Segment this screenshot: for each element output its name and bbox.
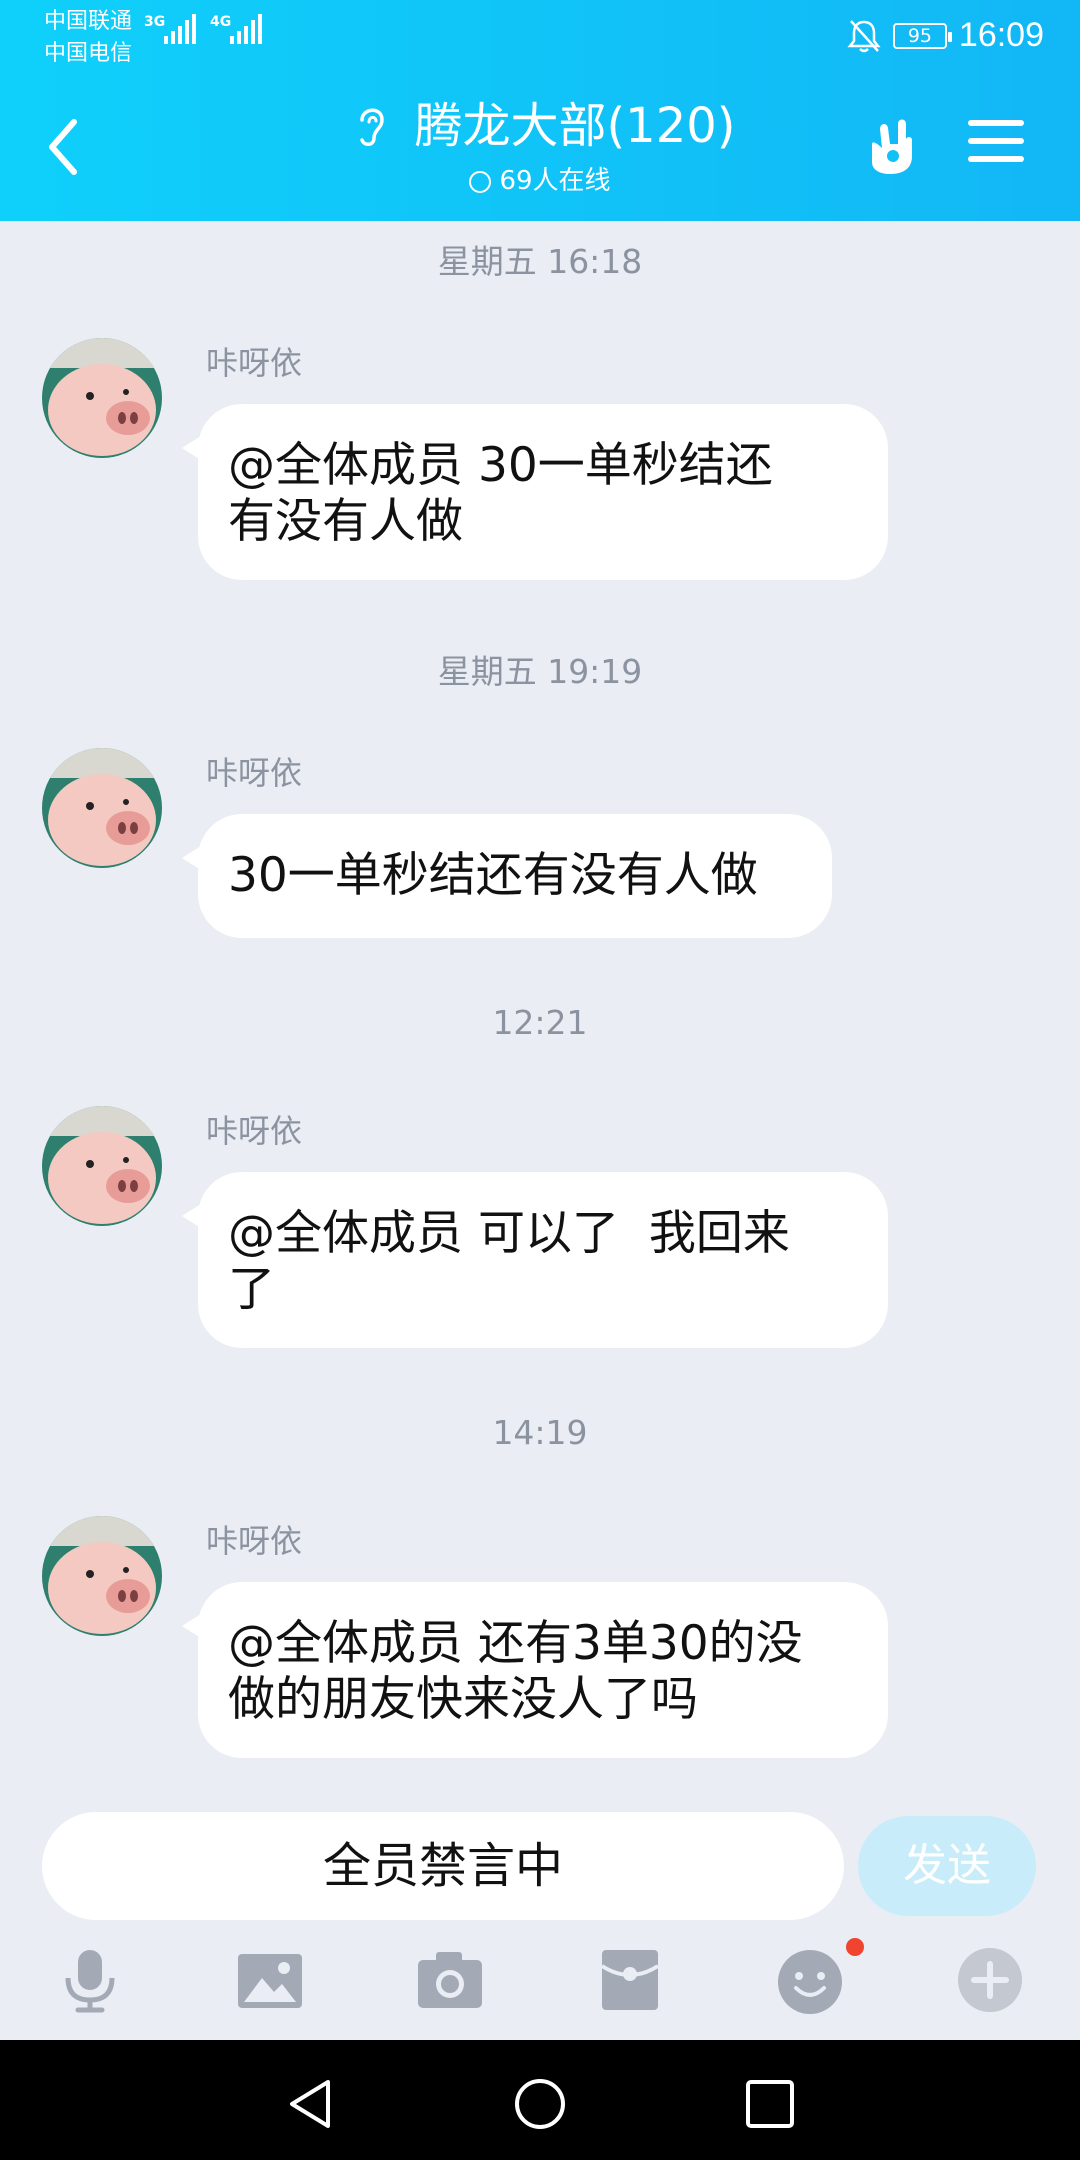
message-bubble[interactable]: @全体成员 可以了 我回来 了 [182,1172,888,1348]
menu-icon[interactable] [968,120,1024,170]
nav-back-icon[interactable] [282,2076,338,2132]
timestamp: 14:19 [492,1413,588,1452]
nav-recents-icon[interactable] [742,2076,798,2132]
message-line: @全体成员 30一单秒结还 [228,438,773,493]
carrier-1: 中国联通 [44,9,133,34]
carrier-2: 中国电信 [44,41,133,66]
emoji-icon[interactable] [774,1944,846,2016]
online-count: 69人在线 [499,166,611,196]
signal-icon [230,14,262,44]
message-line: @全体成员 可以了 我回来 [228,1206,790,1261]
sender-name: 咔呀依 [206,344,303,382]
nav-home-icon[interactable] [512,2076,568,2132]
signal-icon [164,14,196,44]
chat-header: 中国联通 中国电信 3G 4G 95 16:09 腾龙大部(120) 69人在线 [0,0,1080,221]
timestamp: 星期五 16:18 [437,242,643,281]
sender-name: 咔呀依 [206,1522,303,1560]
plus-icon[interactable] [954,1944,1026,2016]
red-packet-icon[interactable] [594,1944,666,2016]
avatar[interactable] [42,338,162,458]
message-line: 了 [228,1262,275,1317]
battery-icon: 95 [892,22,952,49]
avatar[interactable] [42,1106,162,1226]
message-line: @全体成员 还有3单30的没 [228,1616,803,1671]
message-line: 做的朋友快来没人了吗 [228,1672,698,1727]
timestamp: 12:21 [492,1003,588,1042]
sender-name: 咔呀依 [206,1112,303,1150]
message-bubble[interactable]: 30一单秒结还有没有人做 [182,814,832,938]
hand-gesture-icon[interactable] [860,114,922,176]
message-line: 30一单秒结还有没有人做 [228,848,758,903]
network-type-2: 4G [210,14,232,30]
notification-dot [846,1938,864,1956]
group-title: 腾龙大部(120) [414,98,736,154]
send-button[interactable]: 发送 [858,1816,1036,1916]
message-line: 有没有人做 [228,494,463,549]
carrier-info: 中国联通 中国电信 [44,6,132,70]
camera-icon[interactable] [414,1944,486,2016]
message-bubble[interactable]: @全体成员 还有3单30的没 做的朋友快来没人了吗 [182,1582,888,1758]
online-chevron-icon [469,171,492,193]
avatar[interactable] [42,1516,162,1636]
mute-bell-icon [847,19,881,52]
avatar[interactable] [42,748,162,868]
status-right: 95 16:09 [847,16,1044,55]
battery-level: 95 [907,24,932,47]
message-input-disabled[interactable]: 全员禁言中 [42,1812,844,1920]
microphone-icon[interactable] [54,1944,126,2016]
sender-name: 咔呀依 [206,754,303,792]
network-type-1: 3G [144,14,166,30]
timestamp: 星期五 19:19 [437,652,643,691]
image-icon[interactable] [234,1944,306,2016]
clock: 16:09 [958,16,1044,54]
message-bubble[interactable]: @全体成员 30一单秒结还 有没有人做 [182,404,888,580]
